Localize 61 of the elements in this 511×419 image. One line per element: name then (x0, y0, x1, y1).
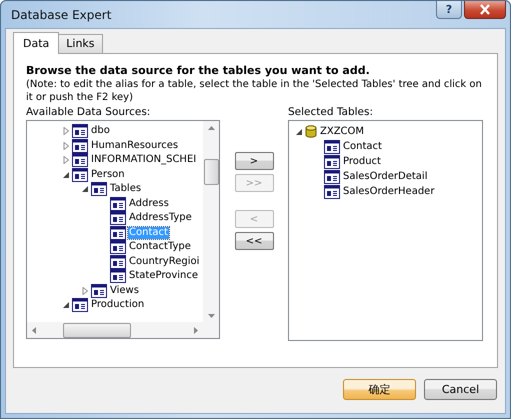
help-button[interactable]: ? (436, 1, 462, 19)
tree-item[interactable]: StateProvince (128, 270, 200, 282)
tree-item[interactable]: Person (90, 168, 126, 181)
expander-icon[interactable] (295, 128, 303, 136)
table-icon (72, 298, 88, 312)
scroll-thumb[interactable] (63, 322, 131, 338)
tree-item[interactable]: Contact (342, 140, 383, 152)
table-icon (91, 182, 107, 196)
tree-item[interactable]: Product (342, 156, 382, 168)
close-icon (479, 4, 491, 15)
table-icon (324, 170, 340, 184)
table-icon (72, 124, 88, 138)
tree-item[interactable]: Production (90, 299, 146, 312)
table-icon (324, 154, 340, 168)
table-icon (110, 211, 126, 226)
tree-item[interactable]: AddressType (128, 212, 193, 224)
table-icon (110, 226, 126, 240)
database-icon (305, 125, 317, 138)
tab[interactable]: Links (58, 34, 103, 53)
note-text: (Note: to edit the alias for a table, select the table in the 'Selected Tables' tree and click on it or push the F2 key) (26, 78, 483, 104)
table-icon (110, 196, 126, 211)
scroll-up-icon[interactable] (208, 126, 214, 130)
close-button[interactable] (464, 1, 506, 19)
dialog-button[interactable]: Cancel (424, 379, 497, 400)
scroll-left-icon[interactable] (32, 326, 36, 334)
table-icon (91, 284, 107, 298)
tree-item[interactable]: Tables (109, 183, 142, 196)
tree-item[interactable]: Views (109, 284, 140, 297)
table-icon (110, 269, 126, 284)
table-icon (72, 138, 88, 153)
table-icon (324, 184, 340, 198)
available-label: Available Data Sources: (26, 106, 152, 118)
tree-item[interactable]: ContactType (128, 241, 192, 254)
scroll-down-icon[interactable] (208, 314, 214, 318)
expander-icon[interactable] (81, 185, 89, 194)
table-icon (110, 240, 126, 254)
dialog-button[interactable]: 确定 (343, 379, 416, 400)
expander-icon[interactable] (62, 170, 70, 179)
expander-icon[interactable] (62, 301, 70, 310)
scroll-right-icon[interactable] (194, 326, 198, 334)
tree-item[interactable]: dbo (90, 125, 111, 138)
tab[interactable]: Data (13, 32, 60, 54)
tree-item[interactable]: SalesOrderDetail (342, 170, 428, 182)
horizontal-scrollbar[interactable] (27, 322, 219, 338)
window-title: Database Expert (11, 8, 112, 22)
tree-item[interactable]: CountryRegioi (128, 256, 200, 268)
tree-item[interactable]: INFORMATION_SCHEI (90, 154, 198, 166)
selected-tables-label: Selected Tables: (288, 106, 374, 118)
scroll-thumb[interactable] (204, 159, 218, 185)
vertical-scrollbar[interactable] (203, 121, 219, 322)
table-icon (72, 168, 88, 182)
transfer-button[interactable]: > (234, 152, 274, 170)
table-icon (110, 254, 126, 269)
tree-item[interactable]: SalesOrderHeader (342, 186, 436, 198)
table-icon (324, 140, 340, 154)
table-icon (72, 153, 88, 168)
transfer-button[interactable]: << (234, 232, 274, 250)
heading: Browse the data source for the tables you want to add. (26, 64, 371, 77)
tree-item[interactable]: Address (128, 198, 170, 210)
tree-item[interactable]: HumanResources (90, 140, 180, 152)
tree-item[interactable]: ZXZCOM (319, 126, 366, 138)
